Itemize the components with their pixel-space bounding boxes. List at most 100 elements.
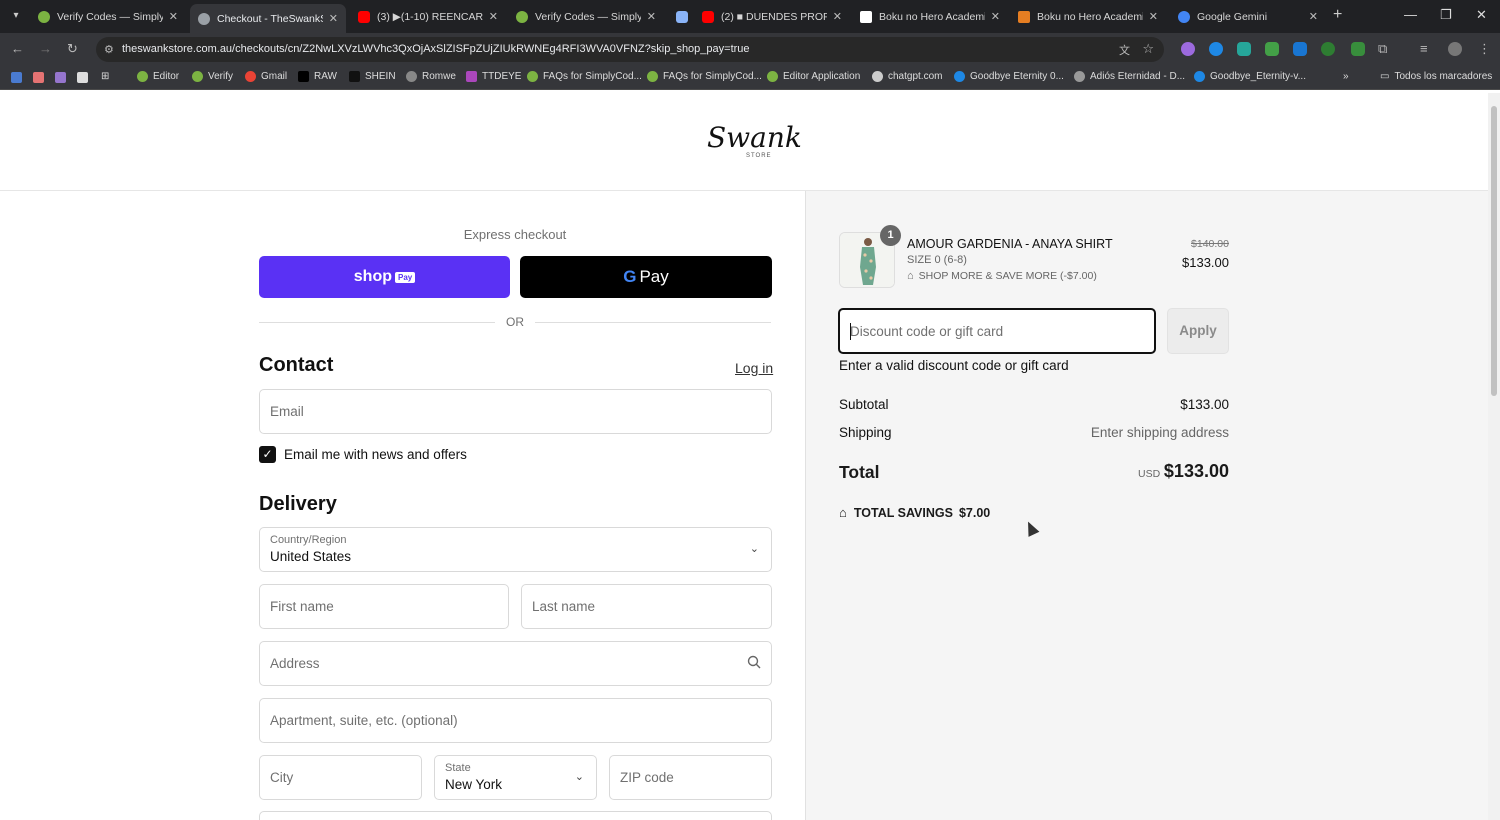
anime-site-icon (1018, 10, 1030, 23)
avatar[interactable] (1448, 42, 1462, 56)
total-currency: USD (1138, 468, 1161, 480)
close-tab-icon[interactable]: ✕ (991, 10, 1000, 23)
close-tab-icon[interactable]: ✕ (1149, 10, 1158, 23)
apply-button[interactable]: Apply (1167, 308, 1229, 354)
ttdeye-icon (466, 71, 477, 82)
tab-boku-1[interactable]: Boku no Hero Academia ✕ (852, 4, 1008, 29)
tab-gemini[interactable]: Google Gemini ✕ (1170, 4, 1326, 29)
newsletter-checkbox[interactable]: ✓ (259, 446, 276, 463)
media-icon[interactable]: ≡ (1420, 41, 1428, 56)
product-name: AMOUR GARDENIA - ANAYA SHIRT (907, 237, 1113, 251)
tab-youtube-reencar[interactable]: (3) ▶(1-10) REENCAR ✕ (350, 4, 506, 29)
close-tab-icon[interactable]: ✕ (1309, 10, 1318, 23)
chatgpt-icon (872, 71, 883, 82)
all-bookmarks[interactable]: ▭ Todos los marcadores (1380, 71, 1492, 82)
shein-icon (349, 71, 360, 82)
romwe-icon (406, 71, 417, 82)
bookmark-goodbye-eternity-v[interactable]: Goodbye_Eternity-v... (1194, 71, 1306, 82)
tab-checkout[interactable]: Checkout - TheSwankSto ✕ (190, 4, 346, 33)
total-savings: ⌂ TOTAL SAVINGS $7.00 (839, 505, 991, 520)
shipping-row: Shipping Enter shipping address (839, 425, 1229, 440)
tab-youtube-duendes[interactable]: (2) ■ DUENDES PROFAN ✕ (694, 4, 850, 29)
close-tab-icon[interactable]: ✕ (647, 10, 656, 23)
bookmark-faqs-1[interactable]: FAQs for SimplyCod... (527, 71, 642, 82)
email-field[interactable]: Email (259, 389, 772, 434)
simplycodes-icon (527, 71, 538, 82)
subtotal-value: $133.00 (1180, 397, 1229, 412)
bookmark-editor[interactable]: Editor (137, 71, 179, 82)
city-field[interactable]: City (259, 755, 422, 800)
close-tab-icon[interactable]: ✕ (329, 12, 338, 25)
pinned-tab-icon (676, 10, 688, 23)
bookmark-verify[interactable]: Verify (192, 71, 233, 82)
extension-icon[interactable] (1181, 42, 1195, 56)
translate-icon[interactable]: 文 (1119, 42, 1130, 58)
apps-icon[interactable]: ⊞ (101, 71, 109, 82)
site-info-icon[interactable]: ⚙ (104, 43, 114, 56)
state-select[interactable]: State New York ⌄ (434, 755, 597, 800)
extension-icon[interactable] (1237, 42, 1251, 56)
google-pay-button[interactable]: G Pay (520, 256, 772, 298)
more-bookmarks-icon[interactable]: » (1343, 71, 1349, 82)
tab-verify-codes-2[interactable]: Verify Codes — SimplyCo ✕ (508, 4, 664, 29)
bookmark-romwe[interactable]: Romwe (406, 71, 456, 82)
simplycodes-icon (647, 71, 658, 82)
bookmark-editor-application[interactable]: Editor Application (767, 71, 860, 82)
close-window-icon[interactable]: ✕ (1476, 7, 1487, 23)
bookmark-gmail[interactable]: Gmail (245, 71, 287, 82)
apartment-field[interactable]: Apartment, suite, etc. (optional) (259, 698, 772, 743)
or-divider-text: OR (495, 315, 535, 329)
extension-icon[interactable] (1293, 42, 1307, 56)
minimize-icon[interactable]: — (1404, 7, 1417, 22)
close-tab-icon[interactable]: ✕ (489, 10, 498, 23)
more-menu-icon[interactable]: ⋮ (1478, 41, 1491, 57)
bookmark-goodbye-eternity[interactable]: Goodbye Eternity 0... (954, 71, 1064, 82)
star-icon[interactable]: ☆ (1142, 41, 1154, 57)
first-name-field[interactable]: First name (259, 584, 509, 629)
address-field[interactable]: Address (259, 641, 772, 686)
close-tab-icon[interactable]: ✕ (169, 10, 178, 23)
zip-field[interactable]: ZIP code (609, 755, 772, 800)
store-header: Swank STORE (0, 93, 1488, 191)
scrollbar-thumb[interactable] (1491, 106, 1497, 396)
extension-icon[interactable] (1321, 42, 1335, 56)
new-tab-icon[interactable]: + (1333, 6, 1342, 24)
shop-pay-button[interactable]: shop Pay (259, 256, 510, 298)
back-icon[interactable]: ← (11, 41, 24, 56)
reload-icon[interactable]: ↻ (67, 41, 78, 57)
log-in-link[interactable]: Log in (735, 360, 773, 376)
close-tab-icon[interactable]: ✕ (833, 10, 842, 23)
bookmark-shein[interactable]: SHEIN (349, 71, 396, 82)
bookmark-adios-eternidad[interactable]: Adiós Eternidad - D... (1074, 71, 1185, 82)
bookmark-icon[interactable] (55, 72, 66, 83)
bookmark-ttdeye[interactable]: TTDEYE (466, 71, 521, 82)
bookmark-icon[interactable] (33, 72, 44, 83)
bookmark-icon[interactable] (11, 72, 22, 83)
browser-toolbar: ← → ↻ ⚙ theswankstore.com.au/checkouts/c… (0, 33, 1500, 65)
phone-field[interactable] (259, 811, 772, 820)
last-name-field[interactable]: Last name (521, 584, 772, 629)
discount-code-input[interactable]: Discount code or gift card (838, 308, 1156, 354)
forward-icon[interactable]: → (39, 41, 52, 56)
tab-boku-2[interactable]: Boku no Hero Academia ✕ (1010, 4, 1166, 29)
puzzle-icon[interactable]: ⧉ (1378, 41, 1387, 57)
folder-icon: ▭ (1380, 71, 1390, 82)
simplycodes-icon (192, 71, 203, 82)
extension-icon[interactable] (1265, 42, 1279, 56)
bookmark-raw[interactable]: RAW (298, 71, 337, 82)
tab-pinned[interactable] (668, 4, 692, 29)
store-logo[interactable]: Swank (707, 121, 802, 154)
bookmark-chatgpt[interactable]: chatgpt.com (872, 71, 942, 82)
country-select[interactable]: Country/Region United States ⌄ (259, 527, 772, 572)
bookmarks-bar: ⊞ Editor Verify Gmail RAW SHEIN Romwe TT… (0, 65, 1500, 90)
bookmark-faqs-2[interactable]: FAQs for SimplyCod... (647, 71, 762, 82)
tab-search-icon[interactable]: ▾ (8, 8, 24, 24)
address-bar[interactable]: ⚙ theswankstore.com.au/checkouts/cn/Z2Nw… (96, 37, 1164, 62)
tab-verify-codes-1[interactable]: Verify Codes — SimplyCo ✕ (30, 4, 186, 29)
bookmark-icon[interactable] (77, 72, 88, 83)
restore-icon[interactable]: ❐ (1440, 7, 1452, 23)
loading-icon (198, 12, 210, 25)
extension-icon[interactable] (1209, 42, 1223, 56)
extension-icon[interactable] (1351, 42, 1365, 56)
video-site-icon (860, 10, 872, 23)
